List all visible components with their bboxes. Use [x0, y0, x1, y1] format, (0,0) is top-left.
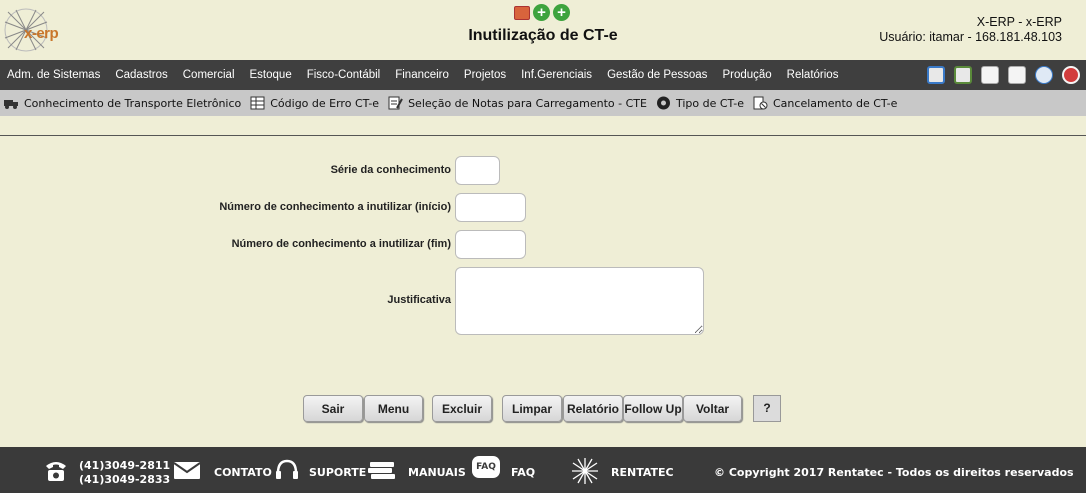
home-icon[interactable] — [927, 66, 945, 84]
help-button[interactable]: ? — [753, 395, 781, 422]
sub-toolbar: Conhecimento de Transporte Eletrônico Có… — [0, 90, 1086, 116]
list-document-icon[interactable] — [1008, 66, 1026, 84]
manuais-link[interactable]: MANUAIS — [408, 466, 466, 479]
menu-estoque[interactable]: Estoque — [250, 69, 292, 81]
contato-link[interactable]: CONTATO — [214, 466, 272, 479]
faq-icon: FAQ — [472, 456, 500, 478]
numero-inicio-input[interactable] — [455, 193, 526, 222]
system-name: X-ERP - x-ERP — [976, 15, 1062, 29]
truck-icon — [4, 96, 19, 110]
subitem-label: Código de Erro CT-e — [270, 96, 380, 110]
gear-icon — [656, 96, 671, 110]
user-info: Usuário: itamar - 168.181.48.103 — [879, 30, 1062, 44]
add-new-icon[interactable]: + — [553, 4, 570, 21]
subitem-selecao-notas[interactable]: Seleção de Notas para Carregamento - CTE — [388, 96, 647, 110]
sair-button[interactable]: Sair — [303, 395, 363, 422]
follow-up-button[interactable]: Follow Up — [623, 395, 683, 422]
menu-financeiro[interactable]: Financeiro — [395, 69, 449, 81]
menu-icons — [927, 66, 1080, 84]
document-icon[interactable] — [514, 5, 530, 20]
books-icon — [368, 462, 395, 479]
menu-relatorios[interactable]: Relatórios — [787, 69, 839, 81]
menu-cadastros[interactable]: Cadastros — [115, 69, 167, 81]
rentatec-logo-icon — [572, 458, 598, 484]
new-document-icon[interactable] — [981, 66, 999, 84]
subitem-label: Cancelamento de CT-e — [773, 96, 898, 110]
phone-2[interactable]: (41)3049-2833 — [79, 473, 170, 486]
menu-inf-gerenciais[interactable]: Inf.Gerenciais — [521, 69, 592, 81]
subitem-codigo-erro[interactable]: Código de Erro CT-e — [250, 96, 379, 110]
subitem-label: Conhecimento de Transporte Eletrônico — [24, 96, 242, 110]
phone-icon — [46, 462, 66, 481]
menu-comercial[interactable]: Comercial — [183, 69, 235, 81]
subitem-tipo-cte[interactable]: Tipo de CT-e — [656, 96, 744, 110]
divider — [0, 135, 1086, 136]
top-icons: + + — [514, 4, 570, 21]
numero-fim-label: Número de conhecimento a inutilizar (fim… — [231, 238, 451, 250]
numero-inicio-label: Número de conhecimento a inutilizar (iní… — [219, 201, 451, 213]
copyright-text: © Copyright 2017 Rentatec - Todos os dir… — [714, 466, 1074, 479]
relatorio-button[interactable]: Relatório — [563, 395, 623, 422]
footer: (41)3049-2811 (41)3049-2833 CONTATO SUPO… — [0, 447, 1086, 493]
limpar-button[interactable]: Limpar — [502, 395, 562, 422]
menu-fisco-contabil[interactable]: Fisco-Contábil — [307, 69, 381, 81]
table-icon — [250, 96, 265, 110]
justificativa-label: Justificativa — [387, 294, 451, 306]
voltar-button[interactable]: Voltar — [683, 395, 742, 422]
phone-1[interactable]: (41)3049-2811 — [79, 459, 170, 472]
numero-fim-input[interactable] — [455, 230, 526, 259]
subitem-conhecimento[interactable]: Conhecimento de Transporte Eletrônico — [4, 96, 241, 110]
main-menu: Adm. de Sistemas Cadastros Comercial Est… — [0, 60, 1086, 90]
excluir-button[interactable]: Excluir — [432, 395, 492, 422]
headset-icon — [276, 459, 298, 479]
mail-icon — [174, 462, 200, 479]
add-icon[interactable]: + — [533, 4, 550, 21]
justificativa-textarea[interactable] — [455, 267, 704, 335]
menu-adm-sistemas[interactable]: Adm. de Sistemas — [7, 69, 100, 81]
cancel-document-icon — [753, 96, 768, 110]
subitem-label: Seleção de Notas para Carregamento - CTE — [408, 96, 647, 110]
menu-projetos[interactable]: Projetos — [464, 69, 506, 81]
badge-icon[interactable] — [954, 66, 972, 84]
system-info: X-ERP - x-ERP Usuário: itamar - 168.181.… — [879, 15, 1062, 45]
edit-icon — [388, 96, 403, 110]
menu-producao[interactable]: Produção — [722, 69, 771, 81]
suporte-link[interactable]: SUPORTE — [309, 466, 366, 479]
header: x-erp + + Inutilização de CT-e X-ERP - x… — [0, 0, 1086, 60]
serie-input[interactable] — [455, 156, 500, 185]
rentatec-link[interactable]: RENTATEC — [611, 466, 674, 479]
menu-gestao-pessoas[interactable]: Gestão de Pessoas — [607, 69, 707, 81]
menu-button[interactable]: Menu — [364, 395, 423, 422]
help-icon[interactable] — [1035, 66, 1053, 84]
power-icon[interactable] — [1062, 66, 1080, 84]
serie-label: Série da conhecimento — [330, 164, 451, 176]
subitem-cancelamento[interactable]: Cancelamento de CT-e — [753, 96, 897, 110]
subitem-label: Tipo de CT-e — [675, 96, 744, 110]
faq-link[interactable]: FAQ — [511, 466, 535, 479]
